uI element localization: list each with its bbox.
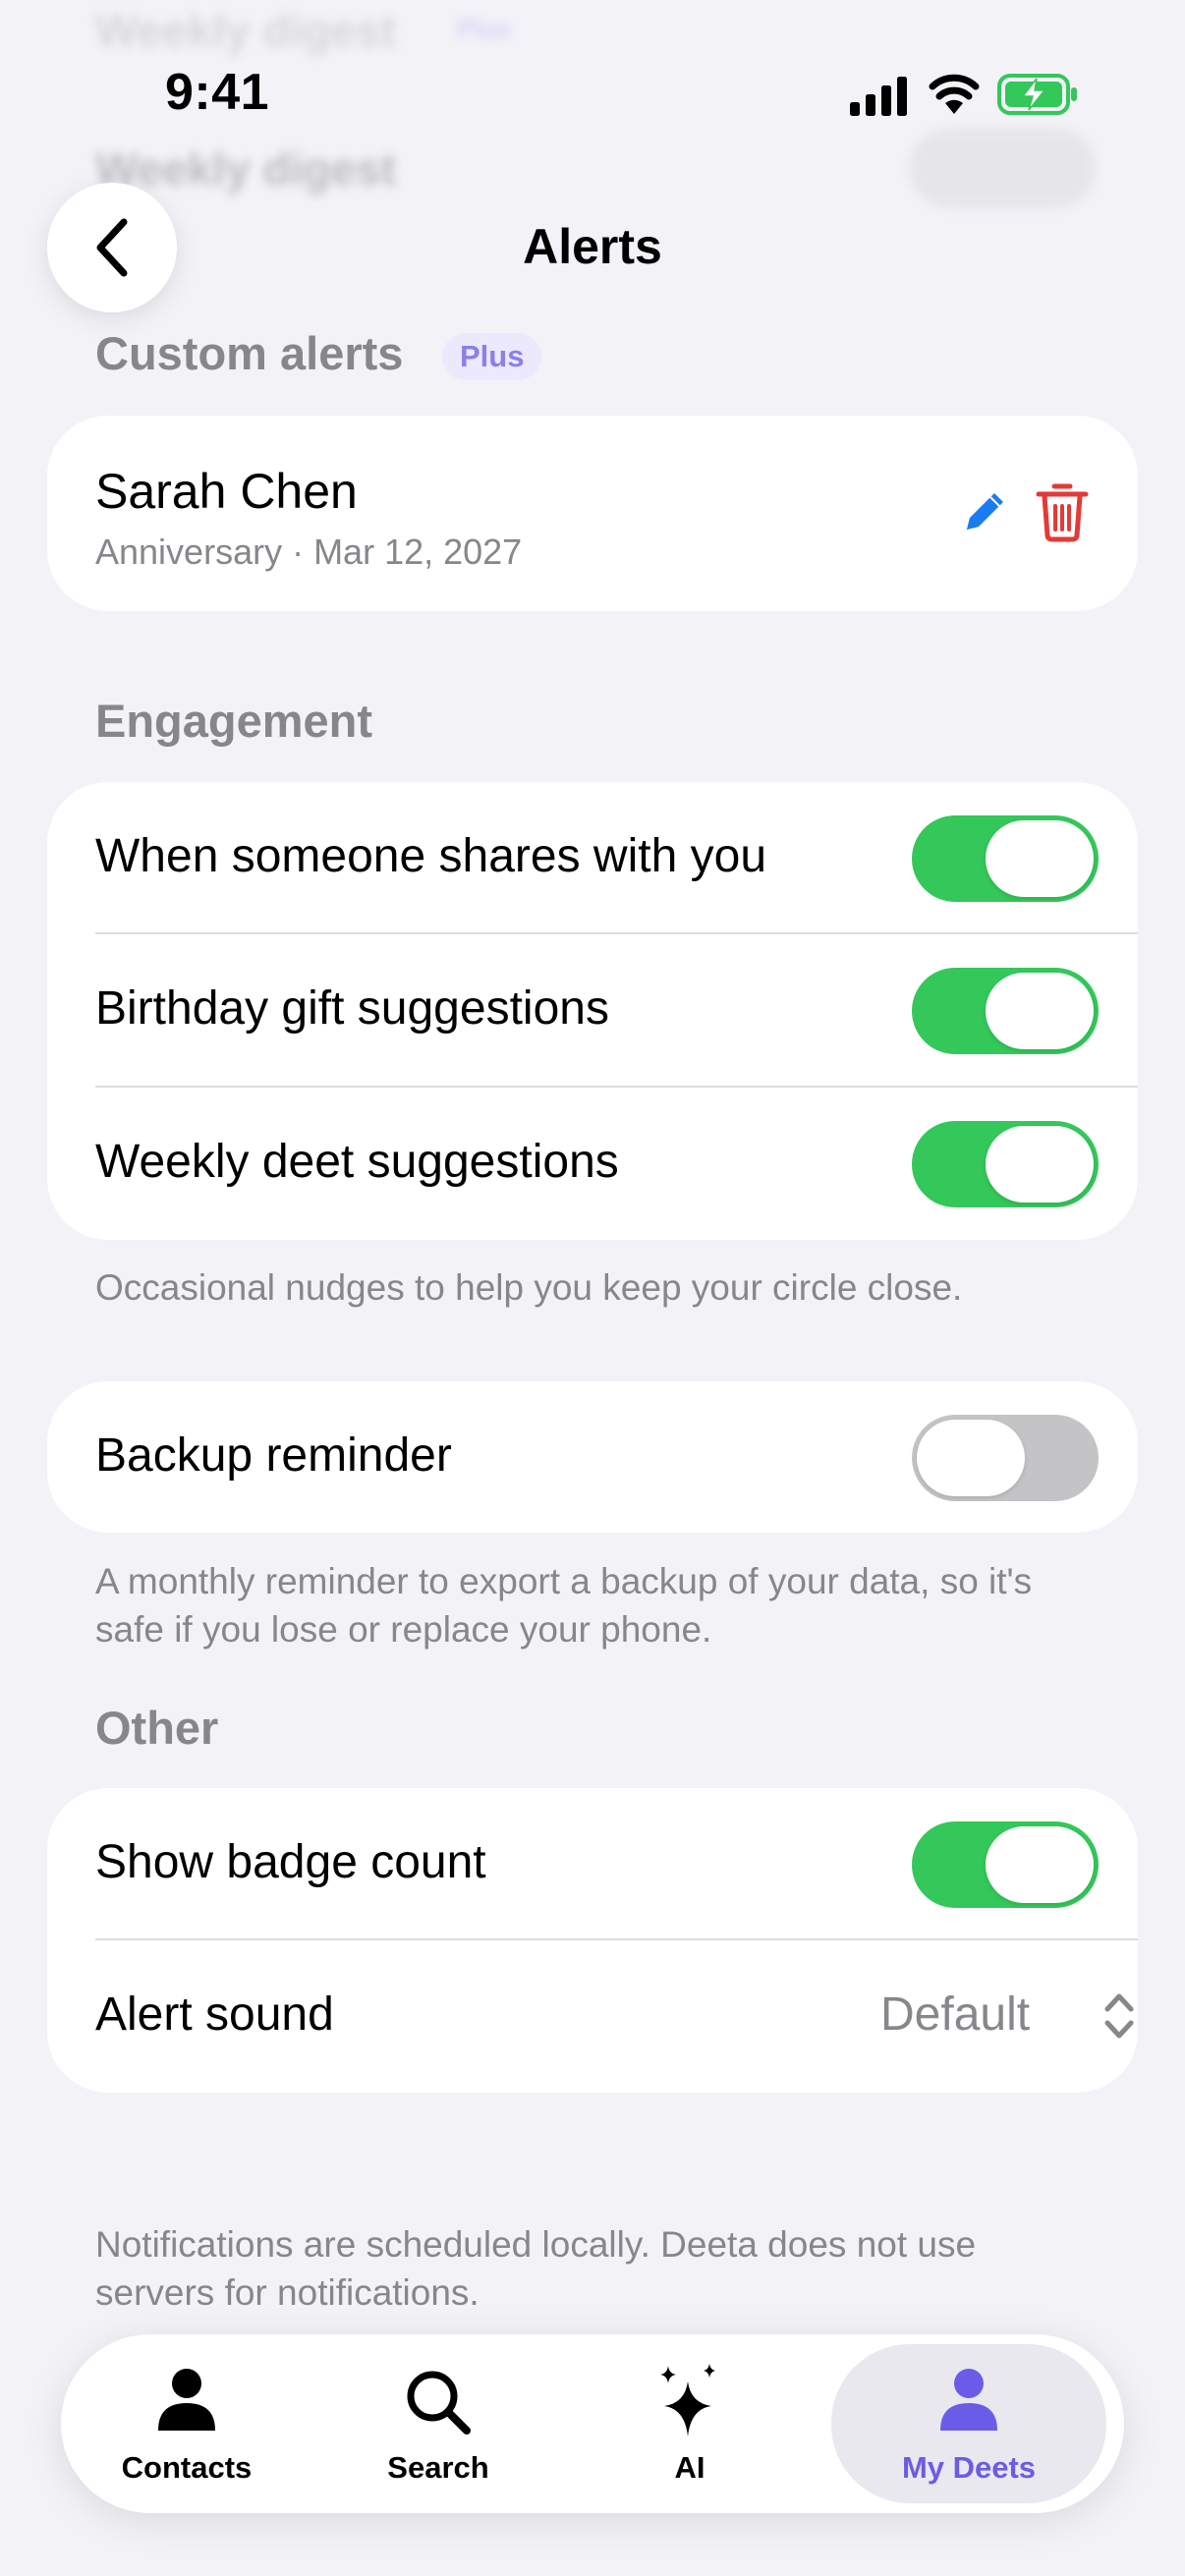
engagement-card: When someone shares with you Birthday gi… [47, 782, 1138, 1240]
engagement-row-shares[interactable]: When someone shares with you [47, 782, 1138, 933]
weekly-suggestions-toggle[interactable] [912, 1121, 1099, 1207]
section-header-engagement: Engagement [95, 695, 373, 747]
backup-row[interactable]: Backup reminder [47, 1381, 1138, 1533]
tab-label: My Deets [901, 2450, 1037, 2485]
person-icon [940, 2369, 997, 2431]
badge-count-row[interactable]: Show badge count [47, 1788, 1138, 1939]
alert-sound-row[interactable]: Alert sound Default [47, 1940, 1138, 2093]
engagement-footnote: Occasional nudges to help you keep your … [95, 1267, 963, 1308]
backup-reminder-toggle[interactable] [912, 1415, 1099, 1501]
trash-icon[interactable] [1035, 482, 1090, 543]
wifi-icon [929, 74, 980, 114]
page-title: Alerts [523, 219, 662, 274]
custom-alert-name: Sarah Chen [95, 464, 358, 519]
tab-label: Search [387, 2450, 489, 2485]
notifications-footnote: Notifications are scheduled locally. Dee… [95, 2224, 977, 2313]
backup-footnote: A monthly reminder to export a backup of… [95, 1561, 1033, 1650]
engagement-row-weekly[interactable]: Weekly deet suggestions [47, 1088, 1138, 1240]
row-label: When someone shares with you [95, 830, 767, 882]
share-notifications-toggle[interactable] [912, 815, 1099, 902]
tab-my-deets[interactable]: My Deets [831, 2344, 1106, 2503]
chevron-updown-icon [1104, 1993, 1134, 2039]
gift-suggestions-toggle[interactable] [912, 968, 1099, 1054]
section-header-custom-alerts: Custom alerts [95, 327, 404, 379]
custom-alert-card: Sarah Chen Anniversary · Mar 12, 2027 [47, 416, 1138, 611]
row-label: Alert sound [95, 1988, 334, 2041]
row-label: Backup reminder [95, 1429, 452, 1482]
badge-count-toggle[interactable] [912, 1821, 1099, 1908]
sparkles-icon [660, 2364, 715, 2436]
backup-card: Backup reminder [47, 1381, 1138, 1533]
magnifier-icon [407, 2371, 471, 2435]
tab-bar: Contacts Search AI My Deets [61, 2334, 1124, 2513]
other-card: Show badge count Alert sound Default [47, 1788, 1138, 2093]
tab-search[interactable]: Search [352, 2334, 525, 2513]
alert-sound-value[interactable]: Default [880, 1988, 1030, 2042]
tab-contacts[interactable]: Contacts [100, 2334, 273, 2513]
engagement-row-gift[interactable]: Birthday gift suggestions [47, 934, 1138, 1087]
tab-label: Contacts [121, 2450, 253, 2485]
row-label: Weekly deet suggestions [95, 1136, 619, 1188]
row-label: Birthday gift suggestions [95, 982, 609, 1035]
pencil-icon[interactable] [957, 484, 1012, 539]
custom-alert-detail: Anniversary · Mar 12, 2027 [95, 532, 523, 572]
battery-charging-icon [997, 74, 1077, 115]
status-bar: 9:41 [0, 0, 1185, 187]
plus-badge: Plus [442, 333, 542, 380]
status-time: 9:41 [165, 64, 270, 121]
tab-ai[interactable]: AI [603, 2334, 776, 2513]
person-icon [158, 2369, 215, 2431]
section-header-other: Other [95, 1702, 219, 1754]
row-label: Show badge count [95, 1836, 486, 1888]
cellular-signal-icon [850, 77, 907, 116]
tab-label: AI [674, 2450, 705, 2485]
